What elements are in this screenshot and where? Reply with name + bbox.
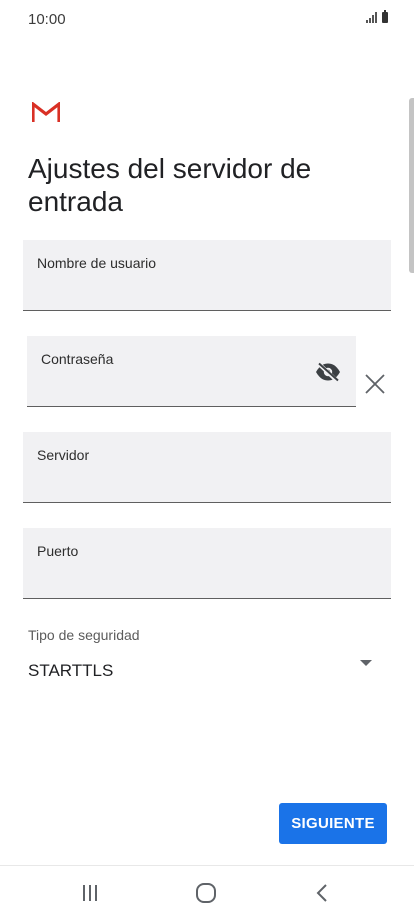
close-icon[interactable]: [363, 372, 387, 396]
security-type-value: STARTTLS: [28, 661, 114, 680]
port-input[interactable]: [37, 566, 377, 592]
gmail-logo: [32, 102, 60, 122]
visibility-off-icon[interactable]: [314, 360, 342, 384]
page-title: Ajustes del servidor de entrada: [28, 153, 312, 217]
security-type-dropdown[interactable]: STARTTLS: [28, 655, 380, 687]
recents-icon[interactable]: [76, 880, 104, 906]
back-icon[interactable]: [308, 880, 336, 906]
password-input[interactable]: [41, 374, 306, 400]
port-label: Puerto: [37, 543, 79, 559]
next-button[interactable]: SIGUIENTE: [279, 803, 387, 844]
username-label: Nombre de usuario: [37, 255, 157, 271]
server-label: Servidor: [37, 447, 90, 463]
signal-icon: [366, 12, 377, 23]
password-label: Contraseña: [41, 351, 114, 367]
port-field[interactable]: Puerto: [23, 528, 391, 599]
home-icon[interactable]: [192, 880, 220, 906]
security-type-label: Tipo de seguridad: [28, 627, 140, 643]
status-time: 10:00: [28, 11, 66, 28]
battery-icon: [382, 10, 388, 23]
server-input[interactable]: [37, 470, 377, 496]
server-field[interactable]: Servidor: [23, 432, 391, 503]
password-field[interactable]: Contraseña: [27, 336, 356, 407]
status-bar: 10:00: [0, 0, 414, 40]
username-field[interactable]: Nombre de usuario: [23, 240, 391, 311]
username-input[interactable]: [37, 278, 377, 304]
scroll-indicator[interactable]: [409, 98, 414, 273]
status-icons: [366, 10, 388, 23]
navigation-bar: [0, 866, 414, 920]
dropdown-arrow-icon: [360, 660, 372, 666]
